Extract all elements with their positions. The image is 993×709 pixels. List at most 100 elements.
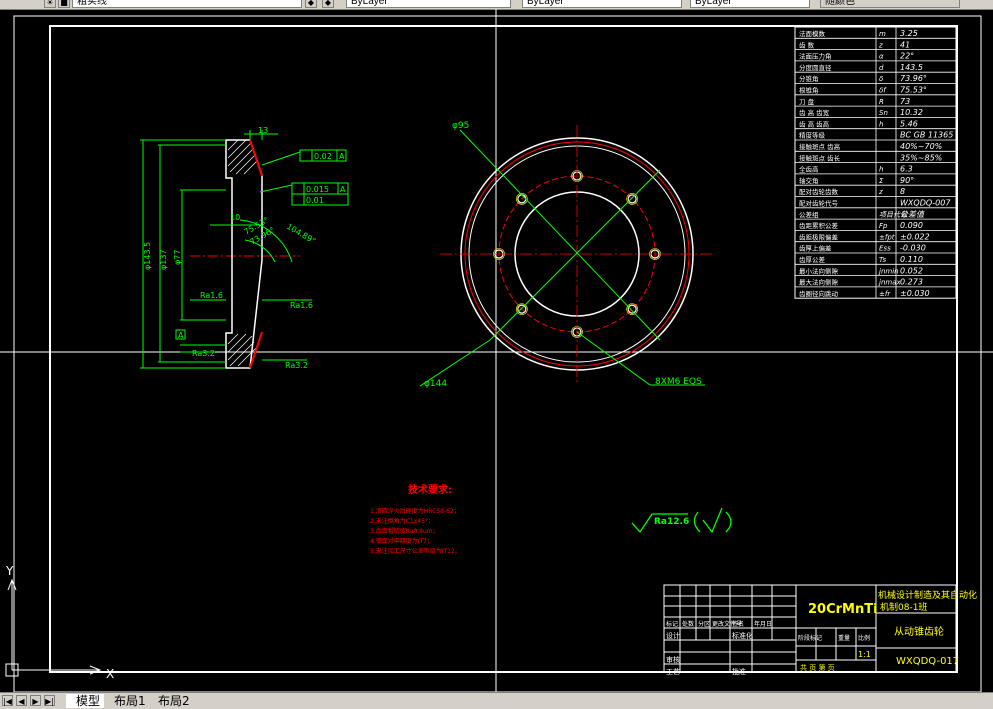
dim-width-text: 13 [258, 126, 268, 135]
param-name: 精度等级 [799, 131, 826, 140]
param-value: 8 [900, 187, 905, 196]
param-value: 0.052 [900, 266, 923, 275]
lineweight-dropdown[interactable]: ByLayer [690, 0, 810, 8]
material-text: 20CrMnTi [808, 602, 878, 617]
param-value: 35%~85% [900, 153, 942, 162]
scale-text: 1:1 [858, 650, 871, 659]
title-block-header: 标记 [666, 620, 678, 628]
param-value: BC GB 11365 [900, 131, 953, 140]
tol-3-text: 0.01 [306, 196, 324, 205]
layer-dropdown[interactable]: 粗实线 [72, 0, 302, 8]
std-label: 标准化 [732, 631, 753, 640]
param-symbol: h [879, 166, 883, 174]
param-name: 齿 数 [799, 40, 815, 49]
tol-1-text: 0.02 [314, 152, 332, 161]
make-current-icon[interactable]: ◆ [305, 0, 317, 8]
param-value: 6.3 [900, 165, 913, 174]
gear-section-view: 13 φ143.5 φ137 φ77 10 104.89° 75.53° 73.… [140, 126, 349, 370]
title-block: 20CrMnTi 机械设计制造及其自动化 机制08-1班 从动锥齿轮 WXQDQ… [663, 584, 977, 676]
circle-95-label: φ95 [452, 121, 469, 131]
svg-text:Y: Y [5, 564, 14, 578]
param-name: 公差组 [799, 210, 819, 219]
param-name: 分度圆直径 [799, 63, 832, 72]
roughness-3-text: Ra3.2 [192, 349, 215, 358]
title-block-header: 处数 [682, 620, 694, 628]
datum-text: A [178, 331, 184, 340]
param-name: 配对齿轮代号 [799, 199, 839, 208]
param-name: 齿圈径向跳动 [799, 289, 839, 298]
dim-dia-143-text: φ143.5 [143, 242, 152, 270]
crosshair-lines [0, 9, 993, 692]
stage-label: 阶段标记 [798, 634, 822, 642]
dim-dia-77-text: φ77 [173, 250, 182, 265]
param-name: 接触斑点 齿长 [799, 153, 841, 162]
param-name: 分锥角 [799, 74, 819, 83]
param-name: 齿厚公差 [799, 255, 826, 264]
sheets-label: 共 页 第 页 [800, 663, 835, 672]
layer-lock-icon[interactable]: ■ [58, 0, 70, 8]
tol-1-ref: A [339, 152, 345, 161]
first-tab-button[interactable]: |◀ [2, 695, 13, 706]
notes-line: 4.锥面对中精度为IT7； [370, 537, 433, 545]
drawing-name-text: 从动锥齿轮 [894, 625, 944, 638]
param-value: ±0.030 [900, 289, 930, 298]
roughness-label: Ra12.6 [654, 517, 689, 527]
notes-line: 1.渗碳淬火后硬度为HRC58-62； [370, 507, 460, 515]
design-label: 设计 [666, 631, 680, 640]
prev-tab-button[interactable]: ◀ [16, 695, 27, 706]
check-label: 审核 [666, 655, 680, 664]
param-symbol: z [878, 41, 883, 49]
param-value: 10.32 [900, 108, 923, 117]
param-value: 3.25 [900, 29, 918, 38]
param-value: 0.273 [900, 278, 923, 287]
drawing-canvas[interactable]: 法面模数 m 3.25 齿 数 z 41 法面压力角 α 22° 分度圆直径 d 143.5 分锥角 δ 7… [0, 9, 993, 692]
layer-previous-icon[interactable]: ◆ [322, 0, 334, 8]
param-symbol: d [879, 64, 884, 72]
tab-layout2[interactable]: 布局2 [148, 694, 196, 708]
param-symbol: jnmin [878, 267, 899, 275]
param-value: 0.090 [900, 221, 923, 230]
param-symbol: δf [879, 87, 887, 95]
svg-text:X: X [106, 667, 114, 681]
param-name: 齿厚上偏差 [799, 244, 832, 253]
param-value: 73 [900, 97, 910, 106]
drawing-no-text: WXQDQ-017 [896, 656, 959, 667]
bolt-hole [627, 304, 637, 314]
param-symbol: z [878, 188, 883, 196]
param-value: 5.46 [900, 119, 918, 128]
company-text: 机械设计制造及其自动化 [878, 589, 977, 601]
circle-144-label: φ144 [424, 379, 447, 389]
notes-line: 2.未注倒角为C1x45°； [370, 517, 434, 525]
gear-front-view: φ95 φ144 8XM6 EQS [419, 121, 714, 389]
param-symbol: α [879, 53, 884, 61]
notes-line: 3.齿面粗糙度Ra0.8um； [370, 527, 439, 535]
param-symbol: ±fr [879, 290, 891, 298]
tol-2-text: 0.015 [306, 185, 329, 194]
param-value: 75.53° [900, 86, 927, 95]
title-block-header: 年月日 [754, 620, 772, 628]
roughness-4-text: Ra3.2 [285, 361, 308, 370]
layer-state-icon[interactable]: ☀ [44, 0, 56, 8]
roughness-1-text: Ra1.6 [200, 291, 223, 300]
tab-model[interactable]: 模型 [66, 694, 107, 708]
ratio-label: 比例 [858, 634, 870, 642]
param-symbol: Ess [879, 245, 891, 253]
color-dropdown[interactable]: ByLayer [346, 0, 511, 8]
plotstyle-dropdown[interactable]: 随颜色 [820, 0, 960, 8]
param-value: 73.96° [900, 74, 927, 83]
param-name: 法面压力角 [799, 52, 832, 61]
param-symbol: Sn [879, 109, 888, 117]
param-value: 公差值 [900, 210, 925, 219]
param-symbol: ±fpt [879, 233, 895, 241]
param-symbol: jnmax [878, 279, 901, 287]
linetype-dropdown[interactable]: ByLayer [522, 0, 682, 8]
next-tab-button[interactable]: ▶ [30, 695, 41, 706]
param-name: 刀 盘 [799, 97, 815, 106]
param-name: 齿距累积公差 [799, 221, 839, 230]
param-symbol: Fp [879, 222, 888, 230]
param-name: 接触斑点 齿高 [799, 142, 841, 151]
param-name: 齿 高 齿宽 [799, 108, 830, 117]
last-tab-button[interactable]: ▶| [44, 695, 55, 706]
param-symbol: δ [879, 75, 883, 83]
tab-layout1[interactable]: 布局1 [104, 694, 152, 708]
